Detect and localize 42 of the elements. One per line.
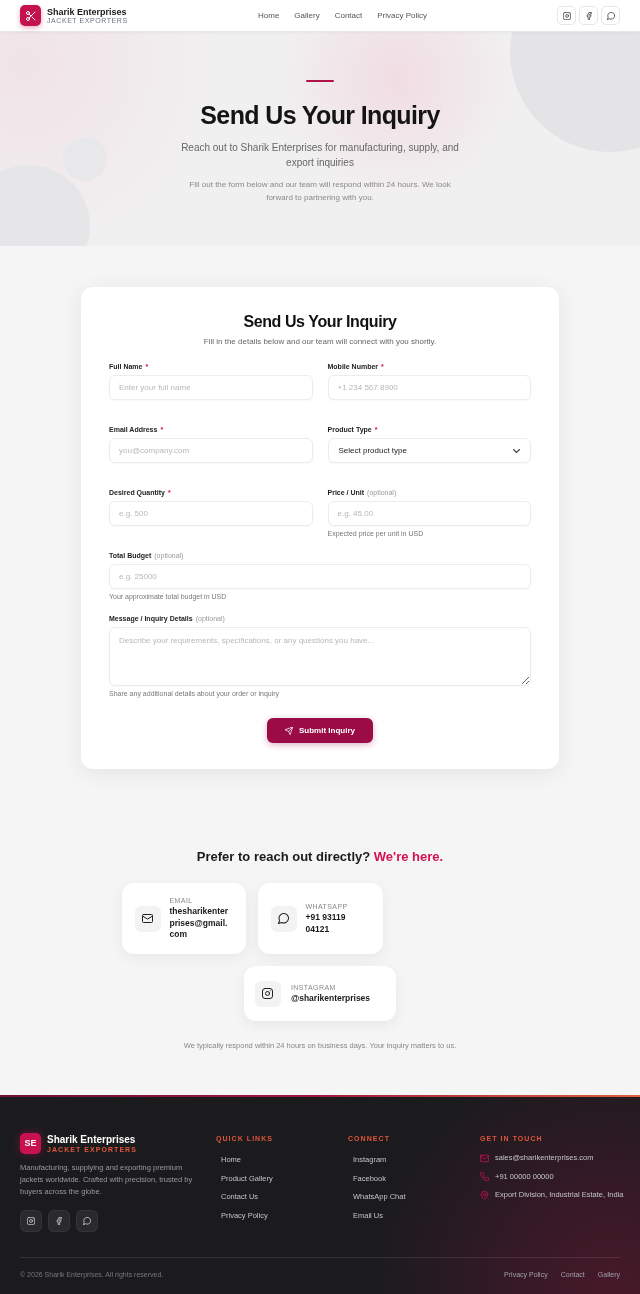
input-field[interactable]: e.g. 25000 [109,564,531,589]
select-field[interactable]: Select product type [327,438,531,463]
contact-value: +91 93119 04121 [305,912,347,935]
mail-icon [480,1153,489,1163]
form-title: Send Us Your Inquiry [242,312,398,332]
chat-bubble-icon [83,1217,91,1225]
submit-button[interactable]: Submit Inquiry [267,718,373,743]
instagram-icon [254,980,281,1007]
accent-bar [306,80,334,82]
nav-link[interactable]: Gallery [294,10,320,21]
input-field[interactable]: e.g. 500 [109,501,313,526]
facebook-button[interactable] [579,6,598,25]
instagram-button[interactable] [557,6,576,25]
brand-logo: SE [20,1133,41,1154]
input-field[interactable]: Enter your full name [109,375,313,400]
chat-bubble-icon [270,905,297,932]
chevron-down-icon [513,448,520,453]
mail-icon [134,905,161,932]
send-icon [285,726,293,735]
hero-subtitle: Reach out to Sharik Enterprises for manufacturing, supply, and export inquiries [180,141,460,170]
chat-bubble-button[interactable] [601,6,620,25]
phone-icon [480,1172,489,1181]
chat-bubble-icon [606,11,615,20]
instagram-icon [562,11,571,20]
nav-link[interactable]: Privacy Policy [377,10,428,21]
map-pin-icon [480,1190,489,1200]
hero-description: Fill out the form below and our team will respond within 24 hours. We look forward to partnering with you. [188,179,452,204]
facebook-icon [584,11,593,20]
form-subtitle: Fill in the details below and our team will connect with you shortly. [202,336,438,348]
brand-name: Sharik Enterprises [47,6,128,17]
contact-value: thesharikenterprises@gmail.com [169,906,230,941]
brand-name: Sharik Enterprises [47,1133,137,1146]
input-field[interactable]: you@company.com [109,438,313,463]
instagram-icon [27,1217,35,1225]
nav-link[interactable]: Home [258,10,280,21]
scissors-icon [20,5,41,26]
facebook-icon [55,1217,63,1225]
nav-link[interactable]: Contact [334,10,363,21]
section-heading: Prefer to reach out directly? We're here. [196,849,444,865]
input-field[interactable]: e.g. 45.00 [327,501,531,526]
contact-value: @sharikenterprises [290,992,371,1005]
page-title: Send Us Your Inquiry [200,100,440,130]
